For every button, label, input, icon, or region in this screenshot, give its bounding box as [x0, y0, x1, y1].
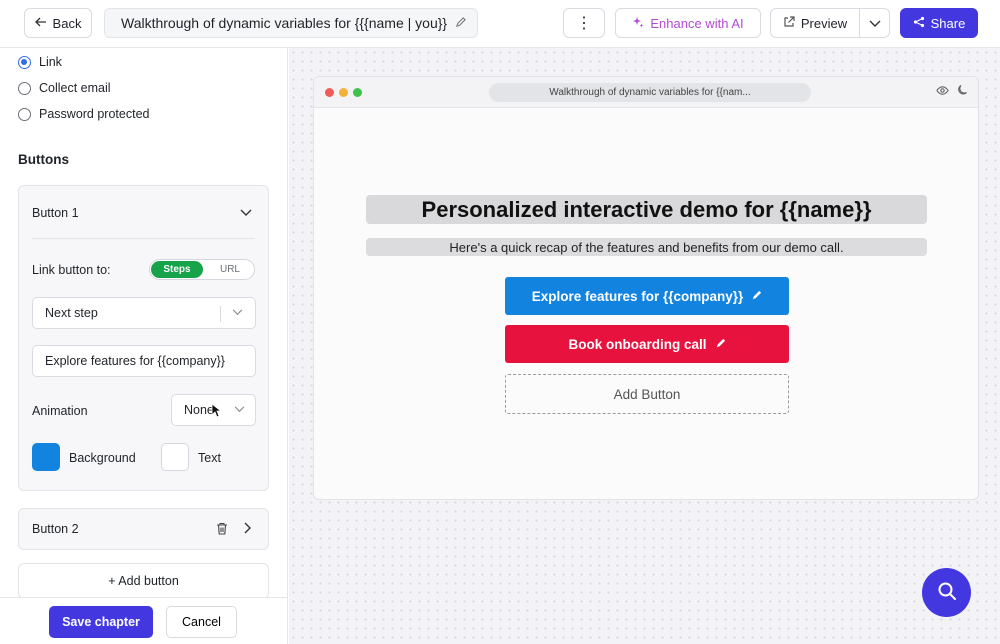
button-text-value: Explore features for {{company}}: [45, 354, 225, 368]
eye-icon[interactable]: [936, 84, 949, 100]
share-label: Share: [930, 15, 966, 31]
link-button-label: Link button to:: [32, 263, 111, 277]
button-1-card: Button 1 Link button to: Steps URL Next …: [18, 185, 269, 491]
text-color-swatch[interactable]: [161, 443, 189, 471]
chevron-down-icon: [232, 307, 243, 319]
radio-unchecked[interactable]: [18, 107, 31, 121]
access-option-password[interactable]: Password protected: [18, 107, 149, 121]
add-button[interactable]: + Add button: [18, 563, 269, 599]
toggle-steps[interactable]: Steps: [151, 261, 203, 278]
browser-preview-window: Walkthrough of dynamic variables for {{n…: [313, 76, 979, 500]
search-fab[interactable]: [922, 568, 971, 617]
pencil-icon[interactable]: [715, 337, 726, 352]
sparkle-icon: [632, 16, 644, 31]
animation-label: Animation: [32, 404, 88, 418]
more-vertical-icon: ⋮: [576, 15, 592, 32]
toggle-url[interactable]: URL: [206, 261, 254, 278]
mouse-cursor-icon: [211, 403, 223, 421]
pencil-icon[interactable]: [751, 289, 762, 304]
chevron-down-icon: [234, 404, 245, 416]
more-options-button[interactable]: ⋮: [563, 8, 605, 38]
button-2-card[interactable]: Button 2: [18, 508, 269, 550]
access-option-collect-email[interactable]: Collect email: [18, 81, 111, 95]
back-button[interactable]: Back: [24, 8, 92, 38]
window-maximize-dot: [353, 88, 362, 97]
text-label: Text: [198, 451, 221, 465]
back-label: Back: [52, 15, 82, 31]
button-text-input[interactable]: Explore features for {{company}}: [32, 345, 256, 377]
cta-label: Explore features for {{company}}: [531, 288, 744, 304]
button-2-title: Button 2: [32, 522, 79, 536]
preview-options-button[interactable]: [859, 8, 890, 38]
link-target-value: Next step: [45, 306, 98, 320]
share-icon: [913, 16, 925, 31]
preview-button[interactable]: Preview: [770, 8, 860, 38]
preview-label: Preview: [800, 15, 848, 31]
external-link-icon: [783, 15, 795, 31]
share-button[interactable]: Share: [900, 8, 978, 38]
url-bar: Walkthrough of dynamic variables for {{n…: [489, 83, 811, 102]
preview-subheading: Here's a quick recap of the features and…: [366, 238, 927, 256]
enhance-label: Enhance with AI: [650, 15, 744, 31]
preview-add-button[interactable]: Add Button: [505, 374, 789, 414]
enhance-ai-button[interactable]: Enhance with AI: [615, 8, 761, 38]
window-minimize-dot: [339, 88, 348, 97]
arrow-left-icon: [34, 16, 47, 31]
divider: [32, 238, 255, 239]
radio-unchecked[interactable]: [18, 81, 31, 95]
access-option-label: Collect email: [39, 81, 111, 95]
access-option-label: Password protected: [39, 107, 150, 121]
buttons-section-title: Buttons: [18, 152, 69, 167]
select-divider: [220, 306, 221, 322]
trash-icon[interactable]: [216, 522, 228, 538]
pencil-icon[interactable]: [455, 15, 466, 31]
access-option-label: Link: [39, 55, 62, 69]
background-label: Background: [69, 451, 136, 465]
search-icon: [937, 581, 957, 604]
chevron-right-icon[interactable]: [244, 522, 252, 537]
demo-title-field[interactable]: Walkthrough of dynamic variables for {{{…: [104, 8, 478, 38]
window-close-dot: [325, 88, 334, 97]
access-option-link[interactable]: Link: [18, 55, 62, 69]
link-type-toggle[interactable]: Steps URL: [149, 259, 255, 280]
radio-checked[interactable]: [18, 55, 31, 69]
button-1-title: Button 1: [32, 206, 79, 220]
link-target-select[interactable]: Next step: [32, 297, 256, 329]
save-chapter-button[interactable]: Save chapter: [49, 606, 153, 638]
preview-cta-explore[interactable]: Explore features for {{company}}: [505, 277, 789, 315]
animation-value: None: [184, 403, 214, 417]
settings-panel: Link Collect email Password protected Bu…: [0, 48, 288, 644]
chevron-down-icon[interactable]: [240, 206, 252, 220]
demo-title: Walkthrough of dynamic variables for {{{…: [121, 15, 448, 31]
top-bar: Back Walkthrough of dynamic variables fo…: [0, 0, 1000, 48]
moon-icon[interactable]: [957, 84, 969, 99]
window-titlebar: Walkthrough of dynamic variables for {{n…: [314, 77, 978, 108]
background-color-swatch[interactable]: [32, 443, 60, 471]
chevron-down-icon: [869, 16, 881, 31]
cta-label: Book onboarding call: [568, 336, 707, 352]
preview-heading: Personalized interactive demo for {{name…: [366, 195, 927, 224]
cancel-button[interactable]: Cancel: [166, 606, 237, 638]
preview-cta-book-call[interactable]: Book onboarding call: [505, 325, 789, 363]
